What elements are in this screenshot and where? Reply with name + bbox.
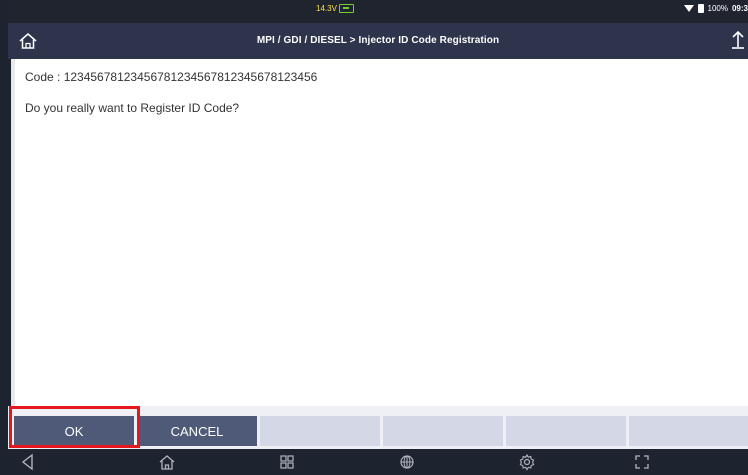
vehicle-voltage: 14.3V bbox=[316, 4, 354, 13]
recent-apps-button[interactable] bbox=[278, 453, 296, 471]
settings-button[interactable] bbox=[518, 453, 536, 471]
browser-button[interactable] bbox=[398, 453, 416, 471]
arrow-up-icon bbox=[732, 30, 744, 49]
nav-home-button[interactable] bbox=[158, 453, 176, 471]
id-code-text: Code : 123456781234567812345678123456781… bbox=[25, 70, 318, 84]
clock-time: 09:3 bbox=[731, 4, 748, 13]
voltage-text: 14.3V bbox=[316, 4, 337, 13]
function-button-bar: OK CANCEL bbox=[8, 406, 748, 449]
confirm-question: Do you really want to Register ID Code? bbox=[25, 101, 240, 115]
cancel-button[interactable]: CANCEL bbox=[137, 416, 257, 446]
back-button[interactable] bbox=[19, 453, 37, 471]
empty-button-3 bbox=[260, 416, 380, 446]
battery-icon bbox=[697, 4, 704, 13]
home-icon bbox=[159, 455, 175, 470]
settings-icon bbox=[519, 453, 535, 471]
back-icon bbox=[21, 453, 33, 471]
screenshot-icon bbox=[635, 455, 649, 469]
dialog-content: Code : 123456781234567812345678123456781… bbox=[11, 59, 748, 406]
screenshot-button[interactable] bbox=[633, 453, 651, 471]
browser-icon bbox=[400, 455, 414, 469]
title-bar: MPI / GDI / DIESEL > Injector ID Code Re… bbox=[8, 23, 748, 59]
ok-button[interactable]: OK bbox=[14, 416, 134, 446]
wifi-icon bbox=[683, 5, 694, 12]
car-battery-icon bbox=[338, 4, 354, 13]
status-bar: 14.3V 100% 09:3 bbox=[8, 0, 748, 23]
empty-button-6 bbox=[629, 416, 748, 446]
recent-apps-icon bbox=[280, 455, 294, 469]
empty-button-5 bbox=[506, 416, 626, 446]
system-status: 100% 09:3 bbox=[683, 4, 748, 13]
navigation-bar bbox=[8, 449, 748, 475]
page-title: MPI / GDI / DIESEL > Injector ID Code Re… bbox=[256, 35, 500, 46]
up-level-button[interactable] bbox=[730, 29, 746, 51]
empty-button-4 bbox=[383, 416, 503, 446]
battery-percent: 100% bbox=[707, 4, 728, 13]
